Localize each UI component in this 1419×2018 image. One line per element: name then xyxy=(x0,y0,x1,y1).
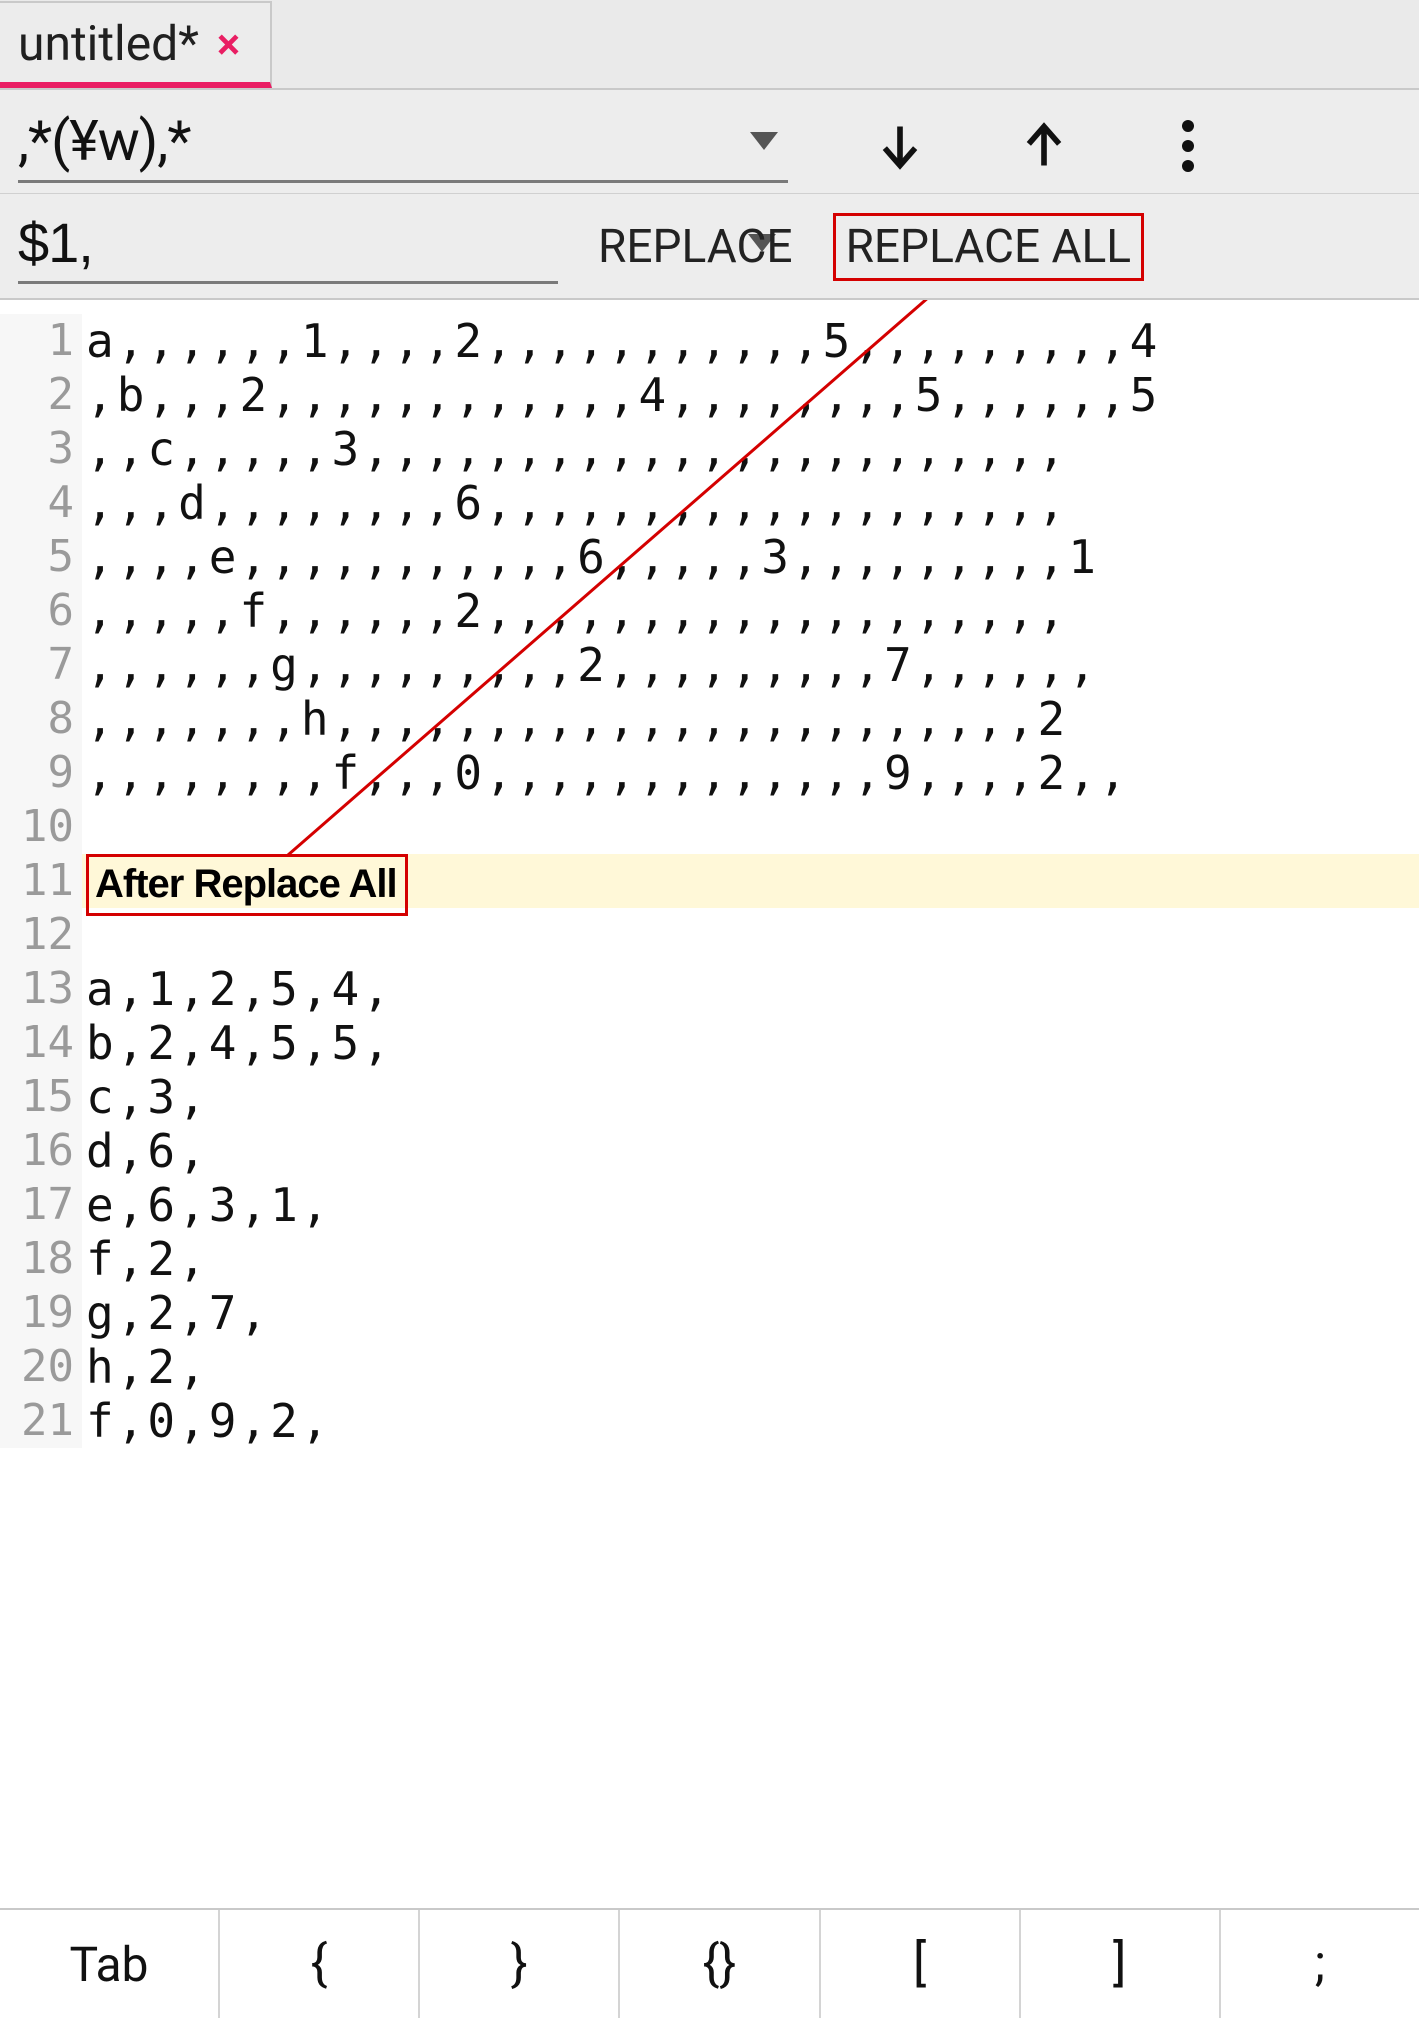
line-content: a,,,,,,1,,,,2,,,,,,,,,,,5,,,,,,,,,4 xyxy=(82,314,1160,368)
key-lbrace[interactable]: { xyxy=(220,1910,420,2018)
editor-line[interactable]: 18f,2, xyxy=(0,1232,1419,1286)
line-content: e,6,3,1, xyxy=(82,1178,332,1232)
find-prev-icon[interactable] xyxy=(1012,114,1076,178)
editor-line[interactable]: 21f,0,9,2, xyxy=(0,1394,1419,1448)
line-content: ,,,,,,,h,,,,,,,,,,,,,,,,,,,,,,,2 xyxy=(82,692,1068,746)
key-semi[interactable]: ; xyxy=(1221,1910,1419,2018)
line-content: f,2, xyxy=(82,1232,209,1286)
line-content: ,,,,,f,,,,,,2,,,,,,,,,,,,,,,,,,, xyxy=(82,584,1068,638)
more-options-icon[interactable] xyxy=(1156,114,1220,178)
tab-bar: untitled* × xyxy=(0,0,1419,90)
line-number: 17 xyxy=(0,1178,82,1232)
line-content: ,,,,,,,,f,,,0,,,,,,,,,,,,,9,,,,2,, xyxy=(82,746,1130,800)
replace-all-button[interactable]: REPLACE ALL xyxy=(833,213,1145,281)
editor-line[interactable]: 5,,,,e,,,,,,,,,,,6,,,,,3,,,,,,,,,1 xyxy=(0,530,1419,584)
key-braces[interactable]: {} xyxy=(620,1910,820,2018)
line-content: ,,,,e,,,,,,,,,,,6,,,,,3,,,,,,,,,1 xyxy=(82,530,1099,584)
line-number: 19 xyxy=(0,1286,82,1340)
line-content: ,,c,,,,,3,,,,,,,,,,,,,,,,,,,,,,, xyxy=(82,422,1068,476)
editor-line[interactable]: 2,b,,,2,,,,,,,,,,,,4,,,,,,,,5,,,,,,5 xyxy=(0,368,1419,422)
search-history-dropdown-icon[interactable] xyxy=(750,132,778,150)
editor-line[interactable]: 8,,,,,,,h,,,,,,,,,,,,,,,,,,,,,,,2 xyxy=(0,692,1419,746)
line-number: 16 xyxy=(0,1124,82,1178)
replace-bar: REPLACE REPLACE ALL xyxy=(0,194,1419,300)
line-number: 13 xyxy=(0,962,82,1016)
editor-line[interactable]: 17e,6,3,1, xyxy=(0,1178,1419,1232)
editor-line[interactable]: 7,,,,,,g,,,,,,,,,2,,,,,,,,,7,,,,,, xyxy=(0,638,1419,692)
line-content: ,b,,,2,,,,,,,,,,,,4,,,,,,,,5,,,,,,5 xyxy=(82,368,1160,422)
line-content: After Replace All xyxy=(82,854,408,916)
close-icon[interactable]: × xyxy=(217,18,240,70)
replace-button[interactable]: REPLACE xyxy=(588,214,803,280)
line-content: h,2, xyxy=(82,1340,209,1394)
line-content: g,2,7, xyxy=(82,1286,270,1340)
key-rbrack[interactable]: ] xyxy=(1021,1910,1221,2018)
search-input-wrap xyxy=(18,108,788,183)
line-number: 10 xyxy=(0,800,82,854)
line-content: d,6, xyxy=(82,1124,209,1178)
search-bar xyxy=(0,90,1419,194)
symbol-key-row: Tab { } {} [ ] ; xyxy=(0,1908,1419,2018)
line-content: ,,,d,,,,,,,,6,,,,,,,,,,,,,,,,,,, xyxy=(82,476,1068,530)
editor-line[interactable]: 9,,,,,,,,f,,,0,,,,,,,,,,,,,9,,,,2,, xyxy=(0,746,1419,800)
line-content: c,3, xyxy=(82,1070,209,1124)
line-number: 9 xyxy=(0,746,82,800)
line-content: f,0,9,2, xyxy=(82,1394,332,1448)
editor-line[interactable]: 19g,2,7, xyxy=(0,1286,1419,1340)
line-content: a,1,2,5,4, xyxy=(82,962,393,1016)
editor-line[interactable]: 15c,3, xyxy=(0,1070,1419,1124)
line-number: 12 xyxy=(0,908,82,962)
line-number: 7 xyxy=(0,638,82,692)
tab-title: untitled* xyxy=(18,15,199,72)
line-number: 3 xyxy=(0,422,82,476)
line-number: 2 xyxy=(0,368,82,422)
search-input[interactable] xyxy=(18,108,740,174)
line-number: 15 xyxy=(0,1070,82,1124)
replace-input-wrap xyxy=(18,210,558,284)
editor-line[interactable]: 14b,2,4,5,5, xyxy=(0,1016,1419,1070)
line-number: 6 xyxy=(0,584,82,638)
line-number: 11 xyxy=(0,854,82,908)
editor-line[interactable]: 16d,6, xyxy=(0,1124,1419,1178)
editor-line[interactable]: 6,,,,,f,,,,,,2,,,,,,,,,,,,,,,,,,, xyxy=(0,584,1419,638)
find-next-icon[interactable] xyxy=(868,114,932,178)
line-number: 18 xyxy=(0,1232,82,1286)
line-number: 1 xyxy=(0,314,82,368)
line-content: b,2,4,5,5, xyxy=(82,1016,393,1070)
line-number: 14 xyxy=(0,1016,82,1070)
line-content: ,,,,,,g,,,,,,,,,2,,,,,,,,,7,,,,,, xyxy=(82,638,1099,692)
editor[interactable]: 1a,,,,,,1,,,,2,,,,,,,,,,,5,,,,,,,,,42,b,… xyxy=(0,300,1419,1908)
editor-line[interactable]: 4,,,d,,,,,,,,6,,,,,,,,,,,,,,,,,,, xyxy=(0,476,1419,530)
editor-line[interactable]: 3,,c,,,,,3,,,,,,,,,,,,,,,,,,,,,,, xyxy=(0,422,1419,476)
line-number: 4 xyxy=(0,476,82,530)
tab-untitled[interactable]: untitled* × xyxy=(0,1,272,88)
editor-line[interactable]: 13a,1,2,5,4, xyxy=(0,962,1419,1016)
line-number: 21 xyxy=(0,1394,82,1448)
editor-line[interactable]: 12 xyxy=(0,908,1419,962)
line-number: 5 xyxy=(0,530,82,584)
line-number: 8 xyxy=(0,692,82,746)
key-rbrace[interactable]: } xyxy=(420,1910,620,2018)
annotation-label: After Replace All xyxy=(86,854,408,916)
editor-line[interactable]: 1a,,,,,,1,,,,2,,,,,,,,,,,5,,,,,,,,,4 xyxy=(0,314,1419,368)
line-number: 20 xyxy=(0,1340,82,1394)
editor-line[interactable]: 10 xyxy=(0,800,1419,854)
editor-line[interactable]: 20h,2, xyxy=(0,1340,1419,1394)
key-lbrack[interactable]: [ xyxy=(821,1910,1021,2018)
editor-line[interactable]: 11After Replace All xyxy=(0,854,1419,908)
key-tab[interactable]: Tab xyxy=(0,1910,220,2018)
